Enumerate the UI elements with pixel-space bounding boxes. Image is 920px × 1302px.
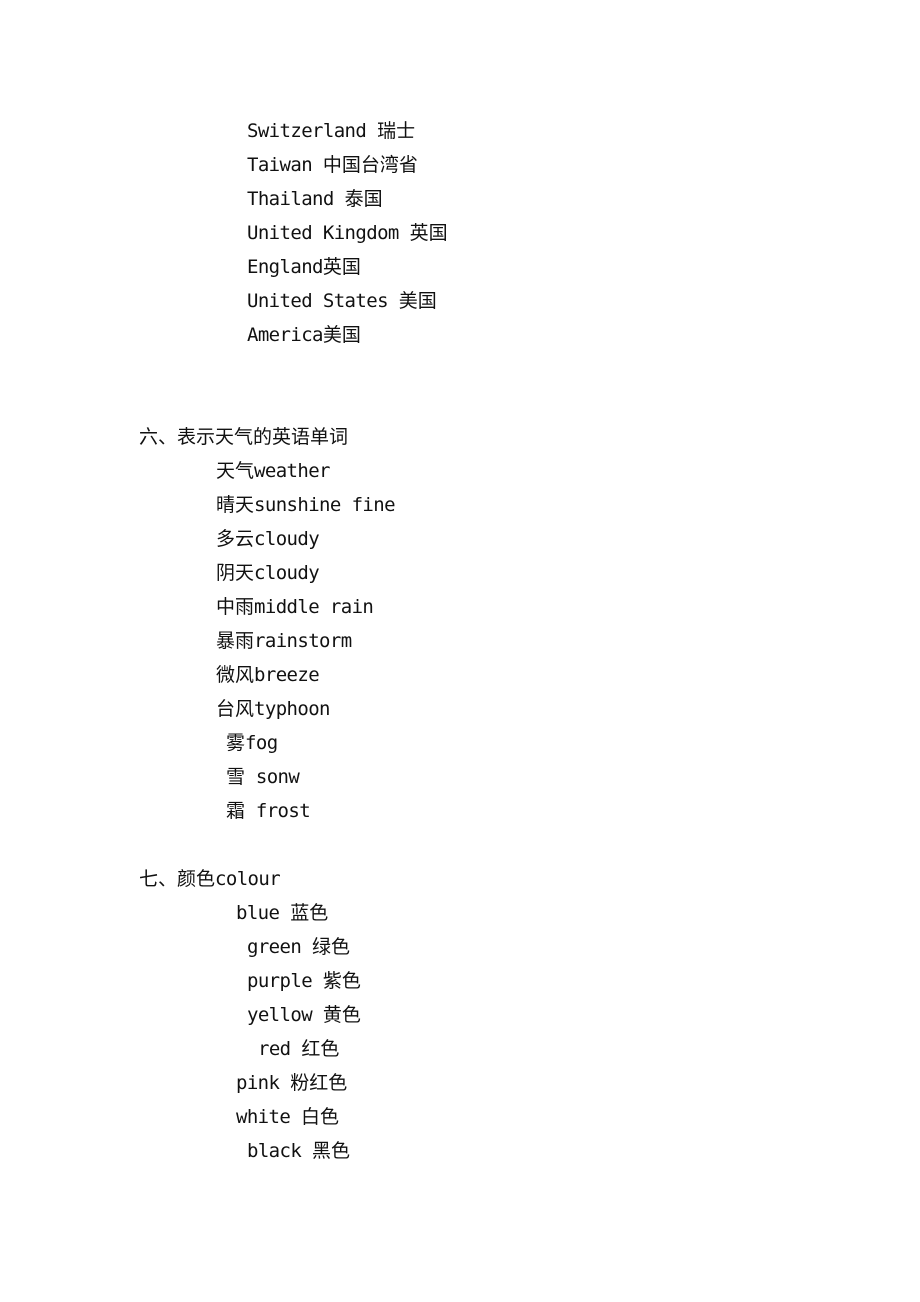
colour-item: green 绿色: [247, 935, 350, 959]
country-item: United Kingdom 英国: [247, 221, 448, 245]
country-english: United States: [247, 290, 399, 312]
weather-item: 天气weather: [216, 459, 330, 483]
country-item: England英国: [247, 255, 361, 279]
colour-english: yellow: [247, 1004, 313, 1026]
weather-chinese: 中雨: [216, 596, 255, 618]
colour-item: purple 紫色: [247, 969, 361, 993]
colour-heading-chinese: 七、颜色: [139, 868, 216, 890]
weather-english: rainstorm: [254, 630, 352, 652]
colour-english: pink: [236, 1072, 280, 1094]
country-chinese: 英国: [322, 256, 361, 278]
country-item: Thailand 泰国: [247, 187, 383, 211]
weather-chinese: 台风: [216, 698, 255, 720]
colour-chinese: 白色: [301, 1106, 340, 1128]
weather-item: 中雨middle rain: [216, 595, 374, 619]
weather-english: sunshine fine: [254, 494, 396, 516]
weather-chinese: 晴天: [216, 494, 255, 516]
weather-english: cloudy: [254, 562, 320, 584]
weather-english: middle rain: [254, 596, 374, 618]
weather-english: cloudy: [254, 528, 320, 550]
colour-item: black 黑色: [247, 1139, 350, 1163]
weather-item: 霜 frost: [226, 799, 311, 823]
country-english: Taiwan: [247, 154, 323, 176]
weather-item: 雾fog: [226, 731, 278, 755]
colour-english: green: [247, 936, 302, 958]
weather-heading: 六、表示天气的英语单词: [139, 426, 349, 448]
weather-english: frost: [245, 800, 311, 822]
country-english: England: [247, 256, 323, 278]
country-english: Switzerland: [247, 120, 378, 142]
colour-item: blue 蓝色: [236, 901, 328, 925]
country-chinese: 美国: [398, 290, 437, 312]
colour-english: purple: [247, 970, 313, 992]
country-english: Thailand: [247, 188, 345, 210]
weather-english: breeze: [254, 664, 320, 686]
colour-chinese: 绿色: [312, 936, 351, 958]
colour-english: red: [258, 1038, 291, 1060]
weather-chinese: 微风: [216, 664, 255, 686]
colour-heading: 七、颜色colour: [139, 867, 281, 891]
country-chinese: 泰国: [344, 188, 383, 210]
weather-item: 微风breeze: [216, 663, 320, 687]
weather-english: sonw: [245, 766, 300, 788]
country-item: Taiwan 中国台湾省: [247, 153, 418, 177]
country-chinese: 英国: [409, 222, 448, 244]
country-english: United Kingdom: [247, 222, 410, 244]
weather-item: 雪 sonw: [226, 765, 300, 789]
country-chinese: 美国: [322, 324, 361, 346]
colour-chinese: 红色: [301, 1038, 340, 1060]
weather-chinese: 雪: [226, 766, 246, 788]
colour-english: white: [236, 1106, 291, 1128]
colour-item: pink 粉红色: [236, 1071, 347, 1095]
colour-chinese: 黄色: [322, 1004, 361, 1026]
colour-item: white 白色: [236, 1105, 339, 1129]
weather-chinese: 雾: [226, 732, 246, 754]
weather-english: fog: [245, 732, 278, 754]
country-item: America美国: [247, 323, 361, 347]
colour-item: yellow 黄色: [247, 1003, 361, 1027]
country-chinese: 中国台湾省: [322, 154, 418, 176]
weather-item: 台风typhoon: [216, 697, 330, 721]
weather-english: weather: [254, 460, 330, 482]
weather-item: 晴天sunshine fine: [216, 493, 396, 517]
country-item: United States 美国: [247, 289, 437, 313]
country-chinese: 瑞士: [377, 120, 416, 142]
weather-chinese: 暴雨: [216, 630, 255, 652]
colour-chinese: 黑色: [312, 1140, 351, 1162]
weather-chinese: 阴天: [216, 562, 255, 584]
colour-english: blue: [236, 902, 280, 924]
weather-item: 暴雨rainstorm: [216, 629, 352, 653]
weather-chinese: 天气: [216, 460, 255, 482]
weather-item: 阴天cloudy: [216, 561, 320, 585]
country-english: America: [247, 324, 323, 346]
colour-chinese: 粉红色: [290, 1072, 348, 1094]
country-item: Switzerland 瑞士: [247, 119, 415, 143]
colour-item: red 红色: [258, 1037, 339, 1061]
colour-english: black: [247, 1140, 302, 1162]
colour-heading-english: colour: [215, 868, 281, 890]
weather-item: 多云cloudy: [216, 527, 320, 551]
weather-english: typhoon: [254, 698, 330, 720]
colour-chinese: 蓝色: [290, 902, 329, 924]
weather-chinese: 霜: [226, 800, 246, 822]
colour-chinese: 紫色: [322, 970, 361, 992]
weather-chinese: 多云: [216, 528, 255, 550]
